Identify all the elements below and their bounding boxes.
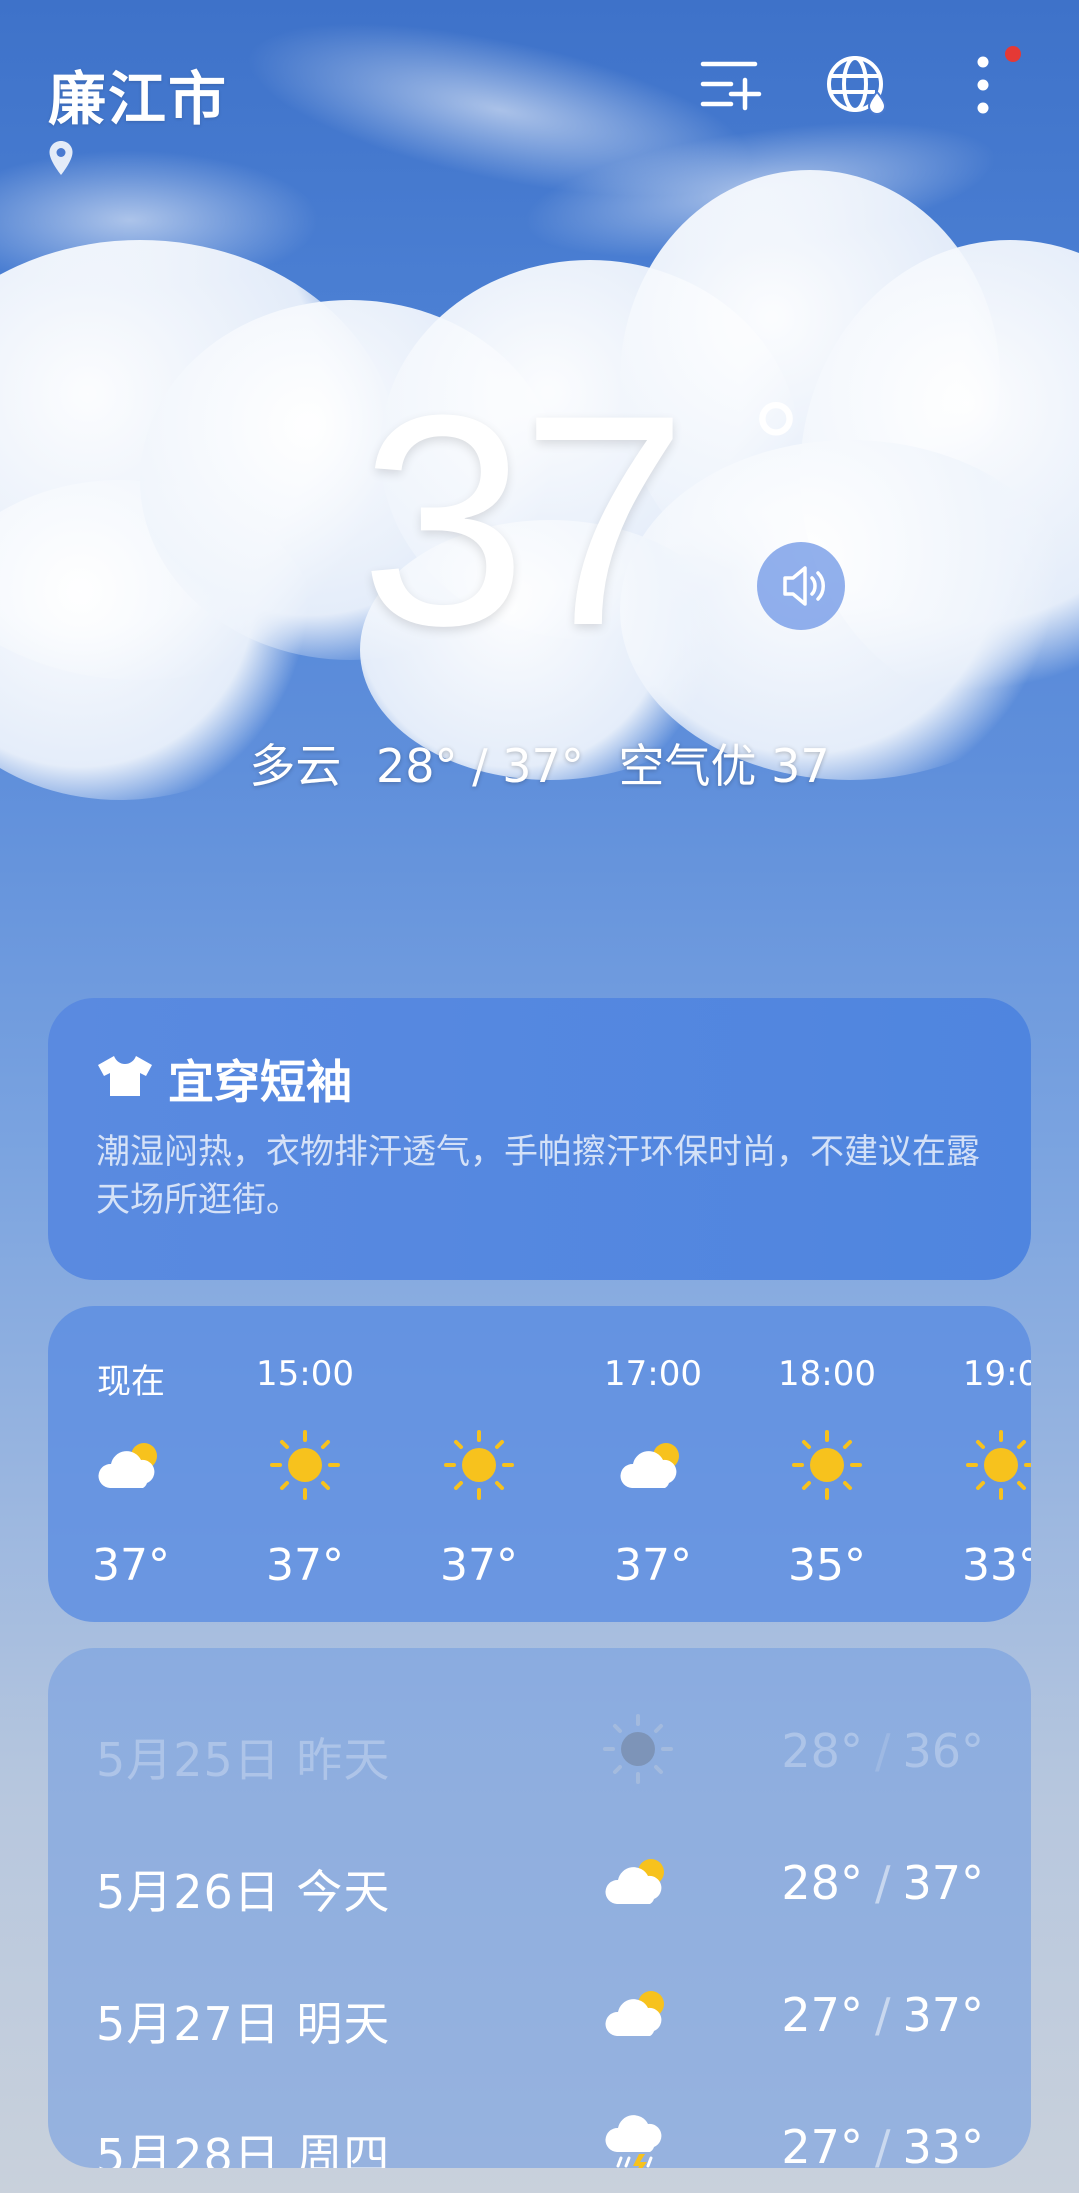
day-high: 36° bbox=[902, 1724, 984, 1778]
hour-time: 现在 bbox=[97, 1362, 165, 1402]
day-low: 27° bbox=[781, 1988, 863, 2042]
hour-temp: 37° bbox=[92, 1540, 170, 1591]
day-range: 27°/33° bbox=[781, 2120, 984, 2168]
day-high: 33° bbox=[902, 2120, 984, 2168]
day-range: 27°/37° bbox=[781, 1988, 984, 2042]
sunny-icon bbox=[270, 1430, 340, 1500]
daily-forecast-card[interactable]: 5月25日 昨天 28°/36° 5月26日 今天 28°/37° 5月27日 … bbox=[48, 1648, 1031, 2168]
partly-cloudy-icon bbox=[98, 1443, 157, 1488]
hour-item[interactable]: 15:00 37° bbox=[250, 1354, 360, 1591]
day-row[interactable]: 5月25日 昨天 28°/36° bbox=[96, 1704, 984, 1794]
tip-title: 宜穿短袖 bbox=[168, 1055, 352, 1109]
day-row[interactable]: 5月26日 今天 28°/37° bbox=[96, 1836, 984, 1926]
temperature-range: 28° / 37° bbox=[376, 739, 584, 793]
weather-summary: 多云 28° / 37° 空气优 37 bbox=[0, 730, 1079, 796]
condition-text: 多云 bbox=[249, 739, 342, 793]
day-high: 37° bbox=[902, 1856, 984, 1910]
clothing-tip-card[interactable]: 宜穿短袖 潮湿闷热，衣物排汗透气，手帕擦汗环保时尚，不建议在露天场所逛街。 bbox=[48, 998, 1031, 1280]
add-city-icon[interactable] bbox=[695, 50, 765, 120]
hour-item[interactable]: 17:00 37° bbox=[598, 1354, 708, 1591]
day-row[interactable]: 5月27日 明天 27°/37° bbox=[96, 1968, 984, 2058]
partly-cloudy-icon bbox=[620, 1443, 679, 1488]
city-name[interactable]: 廉江市 bbox=[48, 52, 228, 136]
sunny-icon bbox=[444, 1430, 514, 1500]
day-low: 28° bbox=[781, 1724, 863, 1778]
hour-time: 15:00 bbox=[256, 1354, 354, 1394]
hour-temp: 37° bbox=[614, 1540, 692, 1591]
day-range: 28°/36° bbox=[781, 1724, 984, 1778]
hour-item[interactable]: 现在 37° bbox=[76, 1354, 186, 1591]
day-low: 28° bbox=[781, 1856, 863, 1910]
partly-cloudy-icon bbox=[605, 1859, 664, 1904]
day-date: 5月25日 昨天 bbox=[96, 1733, 391, 1787]
speaker-button[interactable] bbox=[757, 542, 845, 630]
hour-temp: 37° bbox=[266, 1540, 344, 1591]
hourly-forecast-card[interactable]: 现在 37° 15:00 37° 37° 17:00 37° 18:00 35°… bbox=[48, 1306, 1031, 1622]
partly-cloudy-icon bbox=[605, 1991, 664, 2036]
hour-item[interactable]: 18:00 35° bbox=[772, 1354, 882, 1591]
day-date: 5月26日 今天 bbox=[96, 1865, 391, 1919]
hour-item[interactable]: 37° bbox=[424, 1354, 534, 1591]
hour-temp: 33° bbox=[962, 1540, 1031, 1591]
hour-time bbox=[424, 1354, 534, 1398]
tip-description: 潮湿闷热，衣物排汗透气，手帕擦汗环保时尚，不建议在露天场所逛街。 bbox=[96, 1132, 980, 1220]
hour-time: 19:0 bbox=[962, 1354, 1031, 1394]
day-range: 28°/37° bbox=[781, 1856, 984, 1910]
sunny-icon bbox=[603, 1714, 673, 1784]
hour-time: 17:00 bbox=[604, 1354, 702, 1394]
day-date: 5月28日 周四 bbox=[96, 2129, 391, 2168]
thunder-rain-icon bbox=[605, 2115, 662, 2168]
hour-temp: 35° bbox=[788, 1540, 866, 1591]
notification-dot bbox=[1005, 46, 1021, 62]
globe-icon[interactable] bbox=[823, 50, 893, 120]
hour-temp: 37° bbox=[440, 1540, 518, 1591]
speaker-icon bbox=[783, 566, 825, 606]
day-row[interactable]: 5月28日 周四 27°/33° bbox=[96, 2100, 984, 2168]
hour-item[interactable]: 19:0 33° bbox=[946, 1354, 1031, 1591]
degree-symbol: ° bbox=[752, 378, 800, 512]
sunny-icon bbox=[966, 1430, 1031, 1500]
air-quality[interactable]: 空气优 37 bbox=[618, 739, 829, 793]
location-pin-icon bbox=[49, 141, 73, 175]
sunny-icon bbox=[792, 1430, 862, 1500]
day-date: 5月27日 明天 bbox=[96, 1997, 391, 2051]
day-high: 37° bbox=[902, 1988, 984, 2042]
shirt-icon bbox=[98, 1056, 152, 1096]
day-low: 27° bbox=[781, 2120, 863, 2168]
hour-time: 18:00 bbox=[778, 1354, 876, 1394]
current-temperature: 37 bbox=[360, 352, 688, 688]
